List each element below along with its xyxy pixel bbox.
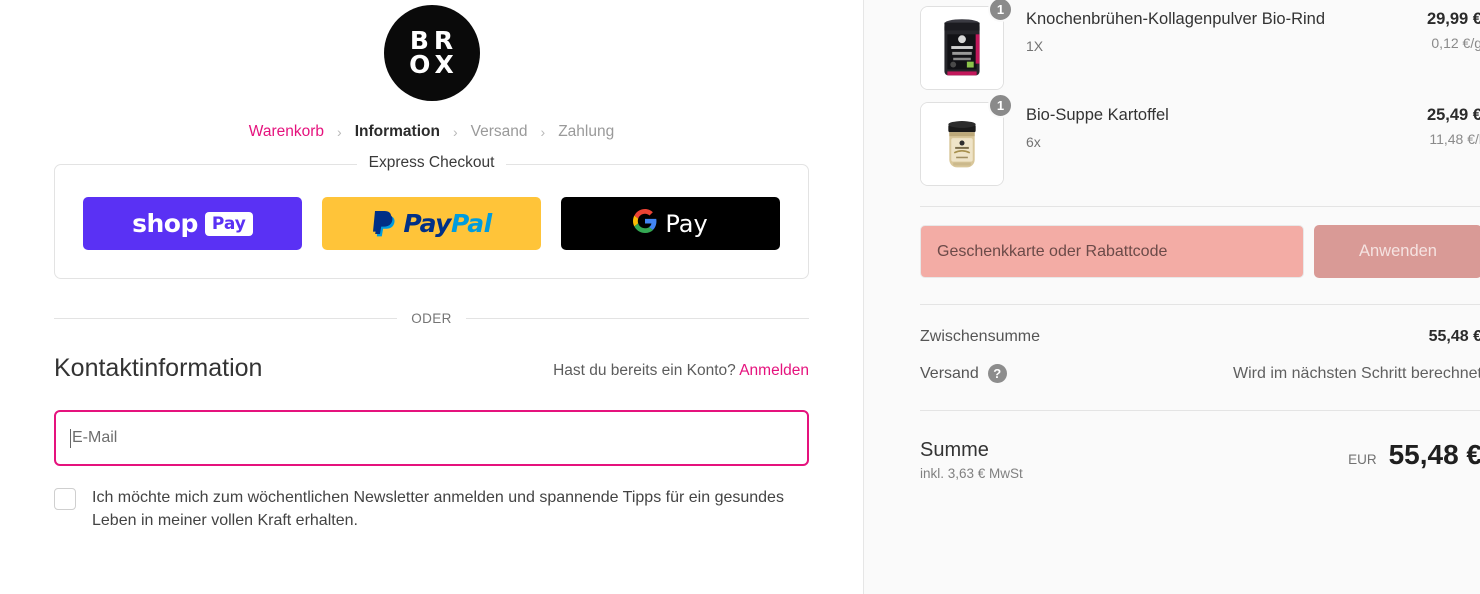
line-item-unit-price: 11,48 €/l	[1429, 131, 1480, 147]
totals-block: Zwischensumme 55,48 € Versand ? Wird im …	[920, 319, 1480, 392]
line-item-thumbnail-wrapper: 1	[920, 0, 1013, 90]
newsletter-optin-row: Ich möchte mich zum wöchentlichen Newsle…	[54, 486, 809, 532]
apply-discount-button[interactable]: Anwenden	[1314, 225, 1480, 278]
shipping-label: Versand	[920, 364, 979, 382]
shipping-label-group: Versand ?	[920, 364, 1007, 383]
summary-divider	[920, 206, 1480, 207]
text-caret	[70, 428, 71, 448]
shop-pay-button[interactable]: shop Pay	[83, 197, 302, 250]
line-item-unit-price: 0,12 €/g	[1431, 35, 1480, 51]
or-divider-label: ODER	[411, 311, 452, 326]
chevron-right-icon: ›	[452, 124, 458, 140]
divider-line-left	[54, 318, 398, 319]
grand-total-currency: EUR	[1348, 452, 1377, 467]
checkout-main-column: BR OX Warenkorb › Information › Versand …	[0, 0, 863, 594]
account-prompt-text: Hast du bereits ein Konto?	[553, 362, 736, 379]
shop-pay-wordmark: shop	[132, 209, 198, 238]
or-divider: ODER	[54, 311, 810, 326]
grand-total-labels: Summe inkl. 3,63 € MwSt	[920, 439, 1023, 481]
help-icon[interactable]: ?	[987, 364, 1007, 383]
line-item-info: Knochenbrühen-Kollagenpulver Bio-Rind 1X	[1004, 6, 1378, 54]
checkout-page: BR OX Warenkorb › Information › Versand …	[0, 0, 1480, 594]
grand-total-tax-note: inkl. 3,63 € MwSt	[920, 466, 1023, 481]
order-summary-sidebar: 1 Knochenbrühen-Kollagenpulver Bio-Rind …	[863, 0, 1480, 594]
order-line-item: 1 Knochenbrühen-Kollagenpulver Bio-Rind …	[920, 0, 1480, 96]
discount-code-input[interactable]: Geschenkkarte oder Rabattcode	[920, 225, 1304, 278]
subtotal-label: Zwischensumme	[920, 328, 1041, 345]
quantity-badge: 1	[988, 93, 1013, 118]
google-g-icon	[633, 209, 657, 238]
account-prompt: Hast du bereits ein Konto? Anmelden	[553, 362, 809, 383]
summary-divider	[920, 304, 1480, 305]
subtotal-row: Zwischensumme 55,48 €	[920, 319, 1480, 355]
shipping-row: Versand ? Wird im nächsten Schritt berec…	[920, 355, 1480, 392]
paypal-logo-icon	[371, 209, 397, 239]
brox-logo[interactable]: BR OX	[383, 5, 480, 101]
brand-logo-wrapper: BR OX	[54, 2, 809, 101]
express-checkout-title: Express Checkout	[54, 154, 809, 172]
line-item-title: Bio-Suppe Kartoffel	[1026, 106, 1169, 124]
grand-total-label: Summe	[920, 439, 989, 461]
express-checkout-section: Express Checkout shop Pay Pay Pal Pay	[54, 154, 809, 279]
line-item-thumbnail-wrapper: 1	[920, 93, 1013, 186]
shop-pay-badge: Pay	[204, 211, 253, 236]
email-placeholder: E-Mail	[72, 429, 118, 446]
google-pay-button[interactable]: Pay	[561, 197, 780, 250]
grand-total-value-group: EUR 55,48 €	[1348, 439, 1480, 471]
breadcrumb-item-zahlung: Zahlung	[558, 123, 615, 140]
newsletter-label[interactable]: Ich möchte mich zum wöchentlichen Newsle…	[92, 486, 792, 532]
breadcrumb-item-versand: Versand	[470, 123, 528, 140]
chevron-right-icon: ›	[337, 124, 342, 140]
paypal-wordmark-pay: Pay	[403, 209, 451, 238]
grand-total-amount: 55,48 €	[1388, 439, 1480, 470]
breadcrumb: Warenkorb › Information › Versand › Zahl…	[54, 123, 809, 141]
line-item-prices: 29,99 € 0,12 €/g	[1378, 6, 1480, 51]
newsletter-checkbox[interactable]	[54, 488, 76, 510]
breadcrumb-item-warenkorb[interactable]: Warenkorb	[249, 123, 324, 141]
logo-line-2: OX	[409, 50, 459, 79]
google-pay-wordmark: Pay	[665, 209, 708, 238]
discount-code-row: Geschenkkarte oder Rabattcode Anwenden	[920, 225, 1480, 278]
subtotal-value: 55,48 €	[1428, 328, 1480, 345]
order-line-item: 1 Bio-Suppe Kartoffel 6x 25,49 € 11,48 €…	[920, 93, 1480, 192]
contact-information-title: Kontaktinformation	[54, 354, 263, 382]
paypal-wordmark-pal: Pal	[450, 209, 492, 238]
line-item-title: Knochenbrühen-Kollagenpulver Bio-Rind	[1026, 10, 1326, 28]
line-item-prices: 25,49 € 11,48 €/l	[1378, 102, 1480, 147]
line-item-variant: 6x	[1026, 133, 1041, 150]
chevron-right-icon: ›	[540, 124, 546, 140]
line-item-price: 25,49 €	[1426, 106, 1480, 124]
line-item-variant: 1X	[1026, 37, 1044, 54]
grand-total-row: Summe inkl. 3,63 € MwSt EUR 55,48 €	[920, 425, 1480, 481]
contact-information-header: Kontaktinformation Hast du bereits ein K…	[54, 354, 809, 383]
login-link[interactable]: Anmelden	[739, 362, 809, 379]
discount-code-placeholder: Geschenkkarte oder Rabattcode	[937, 242, 1168, 260]
divider-line-right	[465, 318, 810, 319]
shipping-value: Wird im nächsten Schritt berechnet	[1233, 364, 1480, 382]
breadcrumb-item-information[interactable]: Information	[355, 123, 440, 141]
line-item-price: 29,99 €	[1426, 10, 1480, 28]
summary-divider	[920, 410, 1480, 411]
paypal-button[interactable]: Pay Pal	[322, 197, 541, 250]
email-field[interactable]: E-Mail	[54, 410, 809, 466]
line-item-info: Bio-Suppe Kartoffel 6x	[1004, 102, 1378, 150]
express-checkout-title-text: Express Checkout	[356, 154, 507, 172]
apply-discount-label: Anwenden	[1359, 242, 1437, 260]
